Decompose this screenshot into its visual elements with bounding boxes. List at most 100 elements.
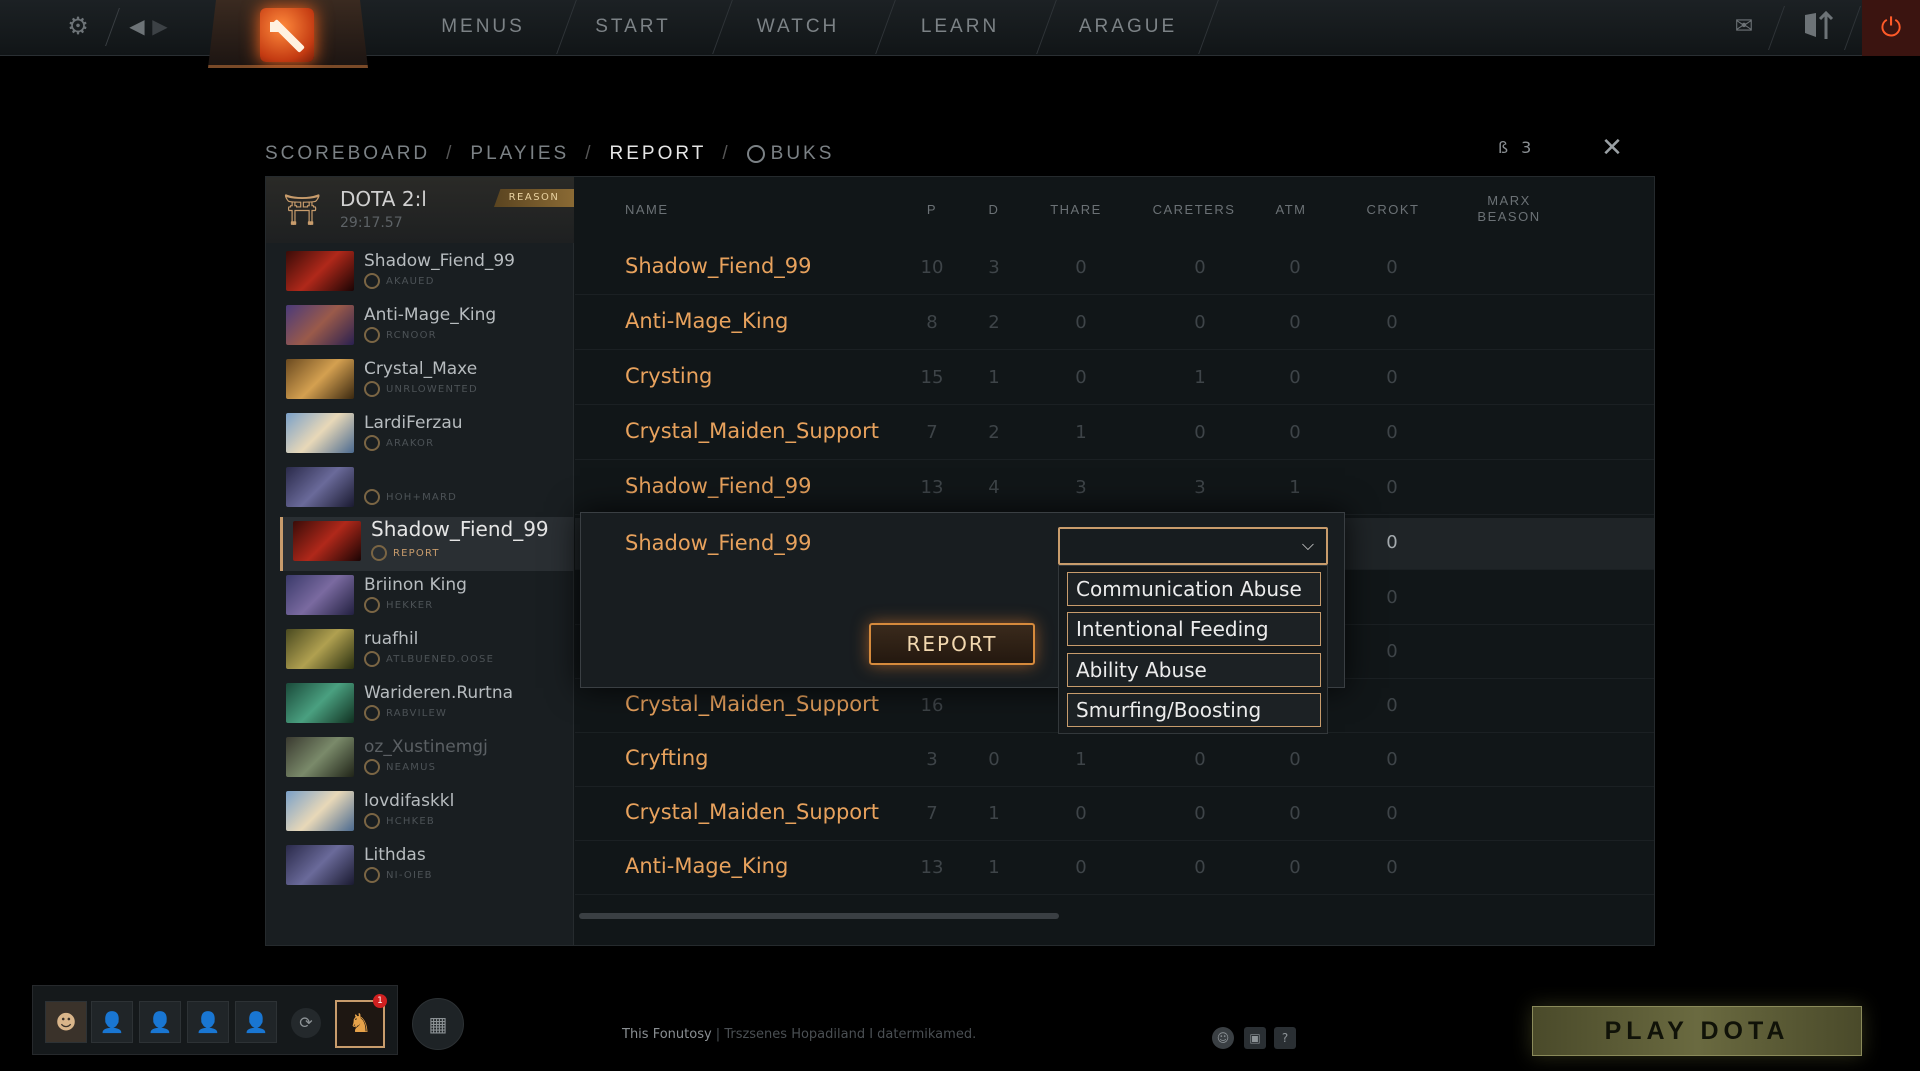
sidebar-player-item[interactable]: Briinon King HEKKER (276, 571, 574, 625)
screenshot-icon[interactable]: ▣ (1244, 1027, 1266, 1049)
close-icon[interactable]: ✕ (1600, 135, 1624, 161)
row-player-name: Shadow_Fiend_99 (625, 254, 812, 278)
player-status: ARAKOR (364, 435, 434, 451)
table-row[interactable]: Anti-Mage_King 13 1 0 0 0 0 (575, 843, 1654, 895)
report-reason-select[interactable]: ⌵ (1058, 527, 1328, 565)
divider (1843, 6, 1862, 50)
crumb-buks[interactable]: BUKS (771, 143, 835, 165)
party-slot-empty[interactable]: 👤 (91, 1001, 133, 1043)
mail-icon[interactable]: ✉ (1726, 8, 1762, 44)
party-slot-self[interactable]: ☻ (45, 1001, 87, 1043)
avatar (286, 845, 354, 885)
cell: 13 (920, 477, 944, 498)
column-header-careters[interactable]: CARETERS (1134, 202, 1254, 218)
sidebar-player-item[interactable]: Anti-Mage_King RCNOOR (276, 301, 574, 355)
gear-icon[interactable]: ⚙ (58, 8, 98, 44)
player-name: Briinon King (364, 575, 467, 595)
column-header-p[interactable]: P (902, 202, 962, 218)
player-status-label: ATLBUENED.OOSE (386, 653, 495, 665)
avatar (286, 251, 354, 291)
table-row[interactable]: Crysting 15 1 0 1 0 0 (575, 353, 1654, 405)
cell: 0 (1289, 312, 1301, 333)
player-status-label: NEAMUS (386, 761, 437, 773)
rank-icon (364, 705, 380, 721)
crumb-scoreboard[interactable]: SCOREBOARD (265, 143, 430, 165)
column-header-name[interactable]: NAME (625, 202, 669, 218)
dota-logo-button[interactable] (208, 0, 368, 68)
sidebar-player-item[interactable]: LardiFerzau ARAKOR (276, 409, 574, 463)
cell: 0 (1194, 257, 1206, 278)
table-row[interactable]: Shadow_Fiend_99 13 4 3 3 1 0 (575, 463, 1654, 515)
cell: 1 (1075, 749, 1087, 770)
sidebar-player-item[interactable]: Warideren.Rurtna RABVILEW (276, 679, 574, 733)
sidebar-player-item[interactable]: lovdifaskkl HCHKEB (276, 787, 574, 841)
sidebar-player-item[interactable]: oz_Xustinemgj NEAMUS (276, 733, 574, 787)
column-header-atm[interactable]: ATM (1256, 202, 1326, 218)
shield-icon[interactable] (1796, 8, 1840, 44)
cell: 0 (1289, 367, 1301, 388)
nav-watch[interactable]: WATCH (730, 0, 866, 54)
sidebar-player-item[interactable]: Shadow_Fiend_99 AKAUED (276, 247, 574, 301)
column-header-marx-beason[interactable]: MARX BEASON (1467, 193, 1551, 225)
crumb-playies[interactable]: PLAYIES (470, 143, 569, 165)
cell: 2 (988, 422, 1000, 443)
avatar (286, 359, 354, 399)
nav-arague[interactable]: ARAGUE (1056, 0, 1200, 54)
column-header-thare[interactable]: THARE (1026, 202, 1126, 218)
cell: 2 (988, 312, 1000, 333)
table-row[interactable]: Shadow_Fiend_99 10 3 0 0 0 0 (575, 243, 1654, 295)
cell: 15 (920, 367, 944, 388)
table-row[interactable]: Crystal_Maiden_Support 7 1 0 0 0 0 (575, 789, 1654, 841)
rank-icon (364, 651, 380, 667)
refresh-icon[interactable]: ⟳ (291, 1008, 321, 1038)
help-icon[interactable]: ? (1274, 1027, 1296, 1049)
chat-icon[interactable]: ▦ (412, 998, 464, 1050)
row-player-name: Crysting (625, 364, 713, 388)
option-communication-abuse[interactable]: Communication Abuse (1067, 572, 1321, 606)
player-status-label: REPORT (393, 547, 440, 559)
crumb-report[interactable]: REPORT (610, 143, 707, 165)
row-player-name: Cryfting (625, 746, 709, 770)
report-button[interactable]: REPORT (869, 623, 1035, 665)
table-row[interactable]: Anti-Mage_King 8 2 0 0 0 0 (575, 298, 1654, 350)
party-slot-empty[interactable]: 👤 (187, 1001, 229, 1043)
rank-icon (364, 327, 380, 343)
player-name: oz_Xustinemgj (364, 737, 488, 757)
rank-icon (364, 813, 380, 829)
party-slot-empty[interactable]: 👤 (235, 1001, 277, 1043)
sidebar-player-item[interactable]: ruafhil ATLBUENED.OOSE (276, 625, 574, 679)
forward-arrow-icon[interactable]: ▶ (148, 8, 172, 44)
nav-learn[interactable]: LEARN (894, 0, 1026, 54)
power-icon[interactable]: ⏻ (1862, 0, 1920, 56)
table-row[interactable]: Cryfting 3 0 1 0 0 0 (575, 735, 1654, 787)
sidebar-player-item-selected[interactable]: Shadow_Fiend_99 REPORT (280, 517, 574, 571)
cell: 8 (926, 312, 938, 333)
row-player-name: Anti-Mage_King (625, 854, 789, 878)
cell: 0 (1386, 695, 1398, 716)
cell: 3 (988, 257, 1000, 278)
option-intentional-feeding[interactable]: Intentional Feeding (1067, 612, 1321, 646)
table-row[interactable]: Crystal_Maiden_Support 7 2 1 0 0 0 (575, 408, 1654, 460)
player-name: Anti-Mage_King (364, 305, 497, 325)
party-slot-empty[interactable]: 👤 (139, 1001, 181, 1043)
option-ability-abuse[interactable]: Ability Abuse (1067, 653, 1321, 687)
player-status-label: NI-OIEB (386, 869, 433, 881)
cell: 0 (1386, 312, 1398, 333)
column-header-d[interactable]: D (964, 202, 1024, 218)
cell: 0 (1386, 257, 1398, 278)
column-header-crokt[interactable]: CROKT (1343, 202, 1443, 218)
sidebar-player-item[interactable]: HOH+MARD (276, 463, 574, 517)
option-smurfing-boosting[interactable]: Smurfing/Boosting (1067, 693, 1321, 727)
sidebar-player-item[interactable]: Lithdas NI-OIEB (276, 841, 574, 895)
smiley-icon[interactable]: ☺ (1212, 1027, 1234, 1049)
nav-divider (1036, 0, 1057, 54)
avatar (286, 737, 354, 777)
nav-menus[interactable]: MENUS (408, 0, 558, 54)
play-dota-button[interactable]: PLAY DOTA (1532, 1006, 1862, 1056)
horizontal-scrollbar[interactable] (579, 913, 1059, 919)
nav-start[interactable]: START (570, 0, 696, 54)
sidebar-player-item[interactable]: Crystal_Maxe UNRLOWENTED (276, 355, 574, 409)
avatar (286, 791, 354, 831)
player-name: Shadow_Fiend_99 (371, 517, 549, 541)
player-status: RABVILEW (364, 705, 447, 721)
